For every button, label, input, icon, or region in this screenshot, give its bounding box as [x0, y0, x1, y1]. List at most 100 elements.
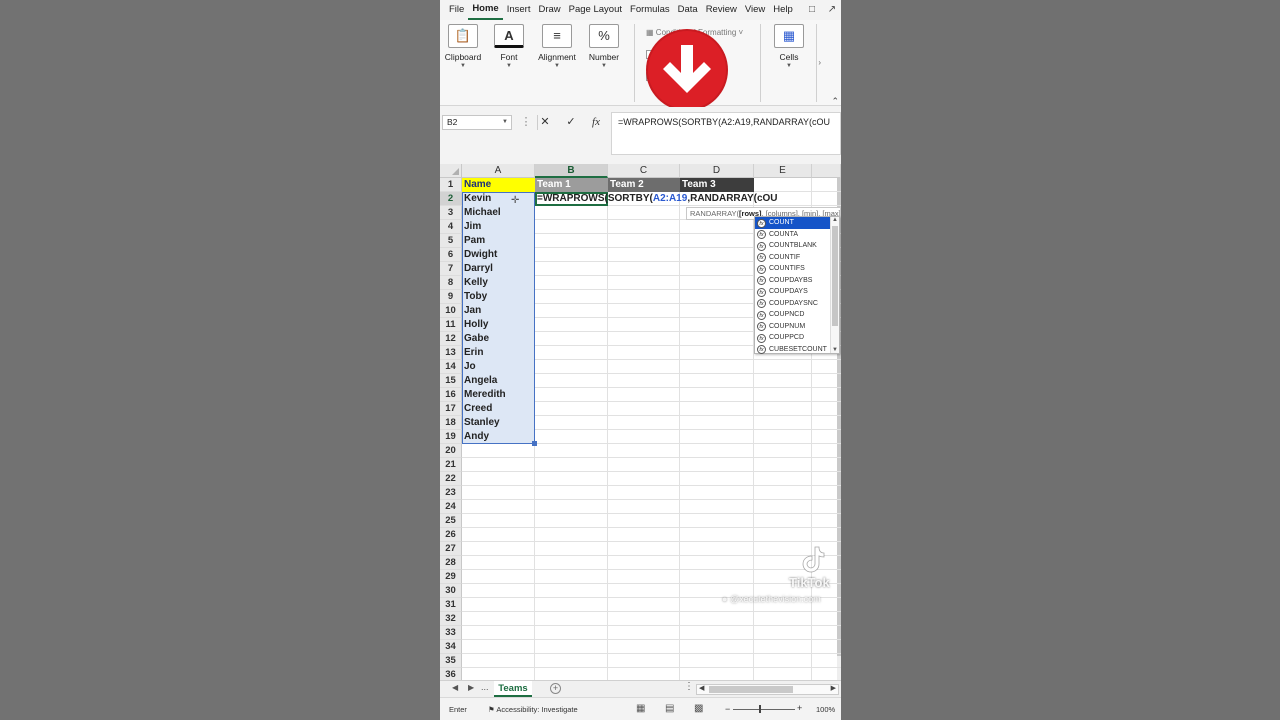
row-header-8[interactable]: 8 [440, 276, 462, 290]
name-cell[interactable]: Toby [462, 290, 535, 304]
menu-review[interactable]: Review [702, 0, 741, 20]
row-header-11[interactable]: 11 [440, 318, 462, 332]
row-header-13[interactable]: 13 [440, 346, 462, 360]
insert-function-icon[interactable]: fx [587, 115, 605, 130]
row-header-23[interactable]: 23 [440, 486, 462, 500]
cells-group[interactable]: ▦ Cells ▼ [766, 24, 812, 69]
row-header-16[interactable]: 16 [440, 388, 462, 402]
chevron-down-icon[interactable]: ▼ [832, 347, 838, 353]
name-cell[interactable]: Meredith [462, 388, 535, 402]
row-header-19[interactable]: 19 [440, 430, 462, 444]
row-header-27[interactable]: 27 [440, 542, 462, 556]
row-header-17[interactable]: 17 [440, 402, 462, 416]
page-layout-view-icon[interactable]: ▤ [665, 703, 674, 714]
row-header-34[interactable]: 34 [440, 640, 462, 654]
name-cell[interactable]: Dwight [462, 248, 535, 262]
name-cell[interactable]: Holly [462, 318, 535, 332]
more-options-icon[interactable]: ⋮ [517, 115, 535, 130]
row-header-15[interactable]: 15 [440, 374, 462, 388]
name-cell[interactable]: Kelly [462, 276, 535, 290]
autocomplete-item[interactable]: fx COUNTA [755, 229, 839, 241]
menu-view[interactable]: View [741, 0, 769, 20]
number-group[interactable]: % Number ▼ [581, 24, 627, 69]
autocomplete-item[interactable]: fx COUPNUM [755, 321, 839, 333]
menu-data[interactable]: Data [674, 0, 702, 20]
tab-prev-icon[interactable]: ◀ [452, 683, 458, 692]
row-header-14[interactable]: 14 [440, 360, 462, 374]
add-sheet-icon[interactable]: + [550, 683, 561, 694]
menu-draw[interactable]: Draw [534, 0, 564, 20]
row-header-29[interactable]: 29 [440, 570, 462, 584]
row-header-32[interactable]: 32 [440, 612, 462, 626]
row-header-33[interactable]: 33 [440, 626, 462, 640]
row-header-30[interactable]: 30 [440, 584, 462, 598]
name-cell[interactable]: Jan [462, 304, 535, 318]
name-cell[interactable]: Pam [462, 234, 535, 248]
name-cell[interactable]: Angela [462, 374, 535, 388]
row-header-2[interactable]: 2 [440, 192, 462, 206]
row-header-10[interactable]: 10 [440, 304, 462, 318]
row-header-7[interactable]: 7 [440, 262, 462, 276]
autocomplete-item[interactable]: fx COUPDAYBS [755, 275, 839, 287]
row-header-12[interactable]: 12 [440, 332, 462, 346]
normal-view-icon[interactable]: ▦ [636, 703, 645, 714]
header-cell-team-1[interactable]: Team 1 [535, 178, 608, 192]
name-cell[interactable]: Stanley [462, 416, 535, 430]
zoom-slider-knob[interactable] [759, 705, 761, 713]
alignment-group[interactable]: ≡ Alignment ▼ [534, 24, 580, 69]
autocomplete-item[interactable]: fx COUNTBLANK [755, 240, 839, 252]
menu-formulas[interactable]: Formulas [626, 0, 674, 20]
scroll-left-icon[interactable]: ◀ [699, 684, 704, 692]
worksheet-grid[interactable]: A B C D E 1 2 3 4 5 6 7 8 9 10 11 12 13 14 15 16 17 18 19 20 21 22… [440, 164, 841, 682]
enter-icon[interactable]: ✓ [562, 115, 580, 130]
font-group[interactable]: A Font ▼ [486, 24, 532, 69]
autocomplete-item[interactable]: fx COUPNCD [755, 309, 839, 321]
menu-help[interactable]: Help [769, 0, 797, 20]
accessibility-status[interactable]: ⚑ Accessibility: Investigate [488, 705, 578, 714]
horizontal-scroll-thumb[interactable] [709, 686, 793, 693]
zoom-in-icon[interactable]: + [797, 703, 802, 713]
name-cell[interactable]: Michael [462, 206, 535, 220]
formula-input[interactable]: =WRAPROWS(SORTBY(A2:A19,RANDARRAY(cOU [611, 112, 841, 155]
zoom-level[interactable]: 100% [816, 705, 835, 714]
row-header-31[interactable]: 31 [440, 598, 462, 612]
row-header-21[interactable]: 21 [440, 458, 462, 472]
tab-split-handle-icon[interactable]: ⋮ [684, 681, 694, 692]
chevron-up-icon[interactable]: ▲ [832, 217, 838, 223]
autocomplete-item[interactable]: fx COUNT [755, 217, 839, 229]
autocomplete-item[interactable]: fx CUBESETCOUNT [755, 344, 839, 356]
column-header-e[interactable]: E [754, 164, 812, 178]
autocomplete-item[interactable]: fx COUPDAYSNC [755, 298, 839, 310]
name-cell[interactable]: Andy [462, 430, 535, 444]
horizontal-scrollbar[interactable]: ◀ ▶ [696, 684, 839, 695]
row-header-28[interactable]: 28 [440, 556, 462, 570]
select-all-button[interactable] [440, 164, 462, 178]
header-cell-name[interactable]: Name [462, 178, 535, 192]
tab-next-icon[interactable]: ▶ [468, 683, 474, 692]
header-cell-team-3[interactable]: Team 3 [680, 178, 754, 192]
column-header-b[interactable]: B [535, 164, 608, 178]
comments-icon[interactable]: □ [805, 3, 819, 16]
zoom-slider[interactable] [733, 709, 795, 710]
cancel-icon[interactable]: ✕ [536, 115, 554, 130]
row-header-18[interactable]: 18 [440, 416, 462, 430]
row-header-9[interactable]: 9 [440, 290, 462, 304]
sheet-tab-teams[interactable]: Teams [494, 681, 532, 697]
column-header-d[interactable]: D [680, 164, 754, 178]
name-cell[interactable]: Darryl [462, 262, 535, 276]
name-box[interactable]: B2 ▼ [442, 115, 512, 130]
name-cell[interactable]: Creed [462, 402, 535, 416]
collapse-ribbon-icon[interactable]: ⌃ [831, 96, 839, 107]
ribbon-scroll-right-icon[interactable]: › [818, 58, 821, 67]
row-header-6[interactable]: 6 [440, 248, 462, 262]
name-cell[interactable]: Gabe [462, 332, 535, 346]
row-header-4[interactable]: 4 [440, 220, 462, 234]
column-header-a[interactable]: A [462, 164, 535, 178]
page-break-view-icon[interactable]: ▩ [694, 703, 703, 714]
header-cell-team-2[interactable]: Team 2 [608, 178, 680, 192]
autocomplete-scrollbar[interactable]: ▲ ▼ [830, 217, 839, 353]
name-cell[interactable]: Jo [462, 360, 535, 374]
autocomplete-item[interactable]: fx COUPPCD [755, 332, 839, 344]
scroll-right-icon[interactable]: ▶ [831, 684, 836, 692]
row-header-5[interactable]: 5 [440, 234, 462, 248]
